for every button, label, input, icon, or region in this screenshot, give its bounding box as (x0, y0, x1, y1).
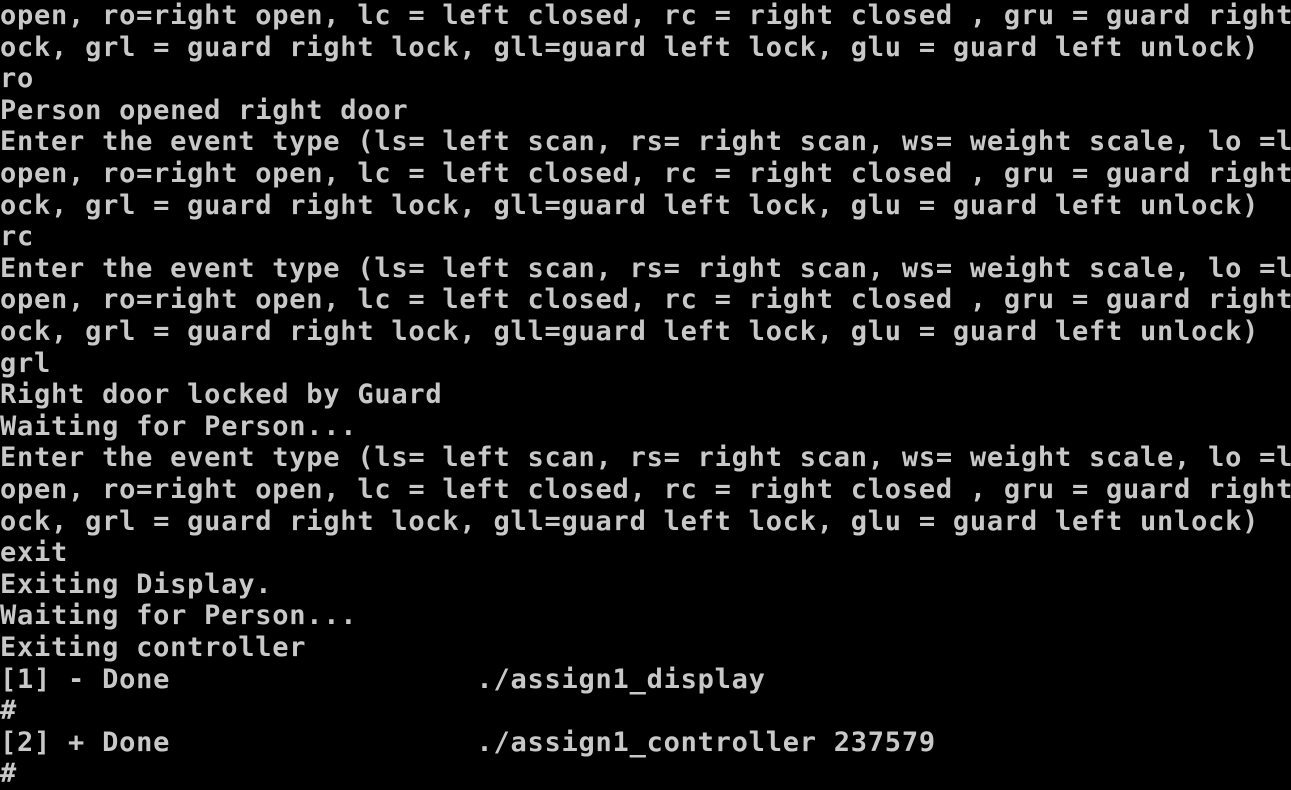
terminal-input-line: exit (0, 537, 69, 569)
terminal-prompt-line: Enter the event type (ls= left scan, rs=… (0, 442, 1291, 474)
terminal-input-line: grl (0, 347, 52, 379)
job-status-line: [1] - Done ./assign1_display (0, 663, 766, 695)
terminal-output-line: Person opened right door (0, 94, 409, 126)
terminal-console[interactable]: open, ro=right open, lc = left closed, r… (0, 0, 1291, 790)
terminal-prompt-line: Enter the event type (ls= left scan, rs=… (0, 252, 1291, 284)
terminal-prompt-line: ock, grl = guard right lock, gll=guard l… (0, 316, 1260, 347)
terminal-output-line: Waiting for Person... (0, 410, 358, 442)
terminal-prompt-line: open, ro=right open, lc = left closed, r… (0, 158, 1291, 189)
shell-prompt[interactable]: # (0, 758, 17, 790)
terminal-prompt-line: ock, grl = guard right lock, gll=guard l… (0, 505, 1260, 537)
job-status-line: [2] + Done ./assign1_controller 237579 (0, 726, 936, 758)
terminal-output-line: ock, grl = guard right lock, gll=guard l… (0, 31, 1260, 63)
terminal-prompt-line: Enter the event type (ls= left scan, rs=… (0, 126, 1291, 158)
terminal-prompt-line: ock, grl = guard right lock, gll=guard l… (0, 189, 1260, 221)
terminal-output-line: open, ro=right open, lc = left closed, r… (0, 0, 1291, 31)
terminal-prompt-line: open, ro=right open, lc = left closed, r… (0, 474, 1291, 505)
shell-prompt: # (0, 695, 18, 727)
terminal-output-line: Waiting for Person... (0, 600, 358, 632)
terminal-output-line: Right door locked by Guard (0, 379, 443, 411)
terminal-output-line: Exiting controller (0, 632, 307, 663)
terminal-input-line: rc (0, 221, 35, 253)
terminal-prompt-line: open, ro=right open, lc = left closed, r… (0, 284, 1291, 316)
terminal-input-line: ro (0, 63, 35, 95)
terminal-output-line: Exiting Display. (0, 568, 273, 600)
